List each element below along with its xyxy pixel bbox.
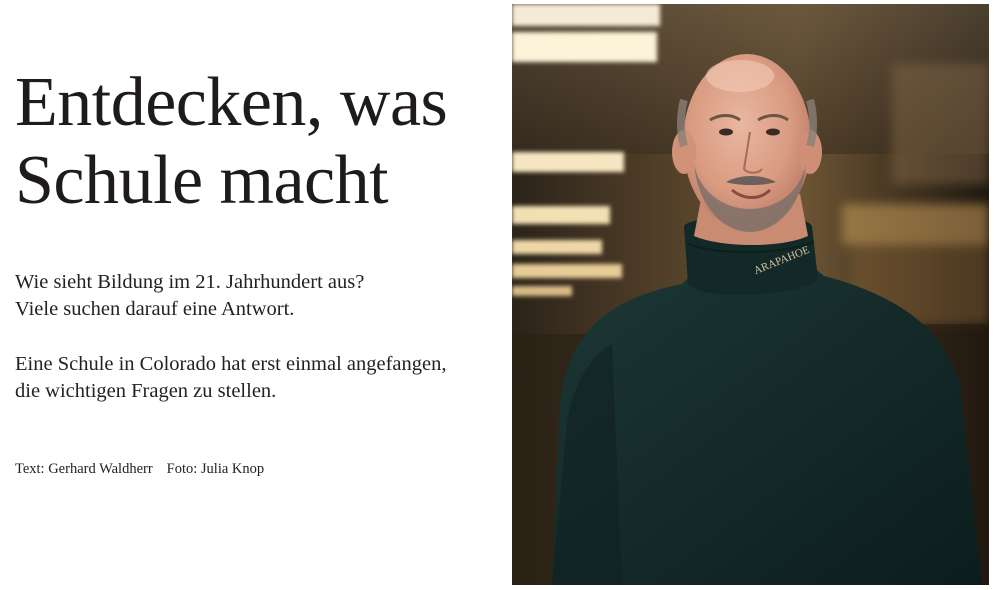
body-paragraph: Eine Schule in Colorado hat erst einmal …: [15, 351, 500, 405]
article-page: Entdecken, was Schule macht Wie sieht Bi…: [0, 0, 997, 590]
text-column: Entdecken, was Schule macht Wie sieht Bi…: [15, 0, 500, 590]
portrait-photo: ARAPAHOE: [512, 4, 989, 585]
photo-credit: Foto: Julia Knop: [166, 461, 265, 477]
headline: Entdecken, was Schule macht: [15, 64, 505, 220]
body-line-1: Eine Schule in Colorado hat erst einmal …: [15, 353, 447, 375]
body-line-2: die wichtigen Fragen zu stellen.: [15, 380, 277, 402]
intro-paragraph: Wie sieht Bildung im 21. Jahrhundert aus…: [15, 269, 500, 323]
portrait-illustration: ARAPAHOE: [512, 4, 989, 585]
headline-line-2: Schule macht: [15, 142, 389, 219]
credits: Text: Gerhard Waldherr Foto: Julia Knop: [15, 459, 264, 479]
intro-line-1: Wie sieht Bildung im 21. Jahrhundert aus…: [15, 271, 365, 293]
headline-line-1: Entdecken, was: [15, 64, 448, 141]
text-credit: Text: Gerhard Waldherr: [15, 461, 153, 477]
intro-line-2: Viele suchen darauf eine Antwort.: [15, 298, 295, 320]
